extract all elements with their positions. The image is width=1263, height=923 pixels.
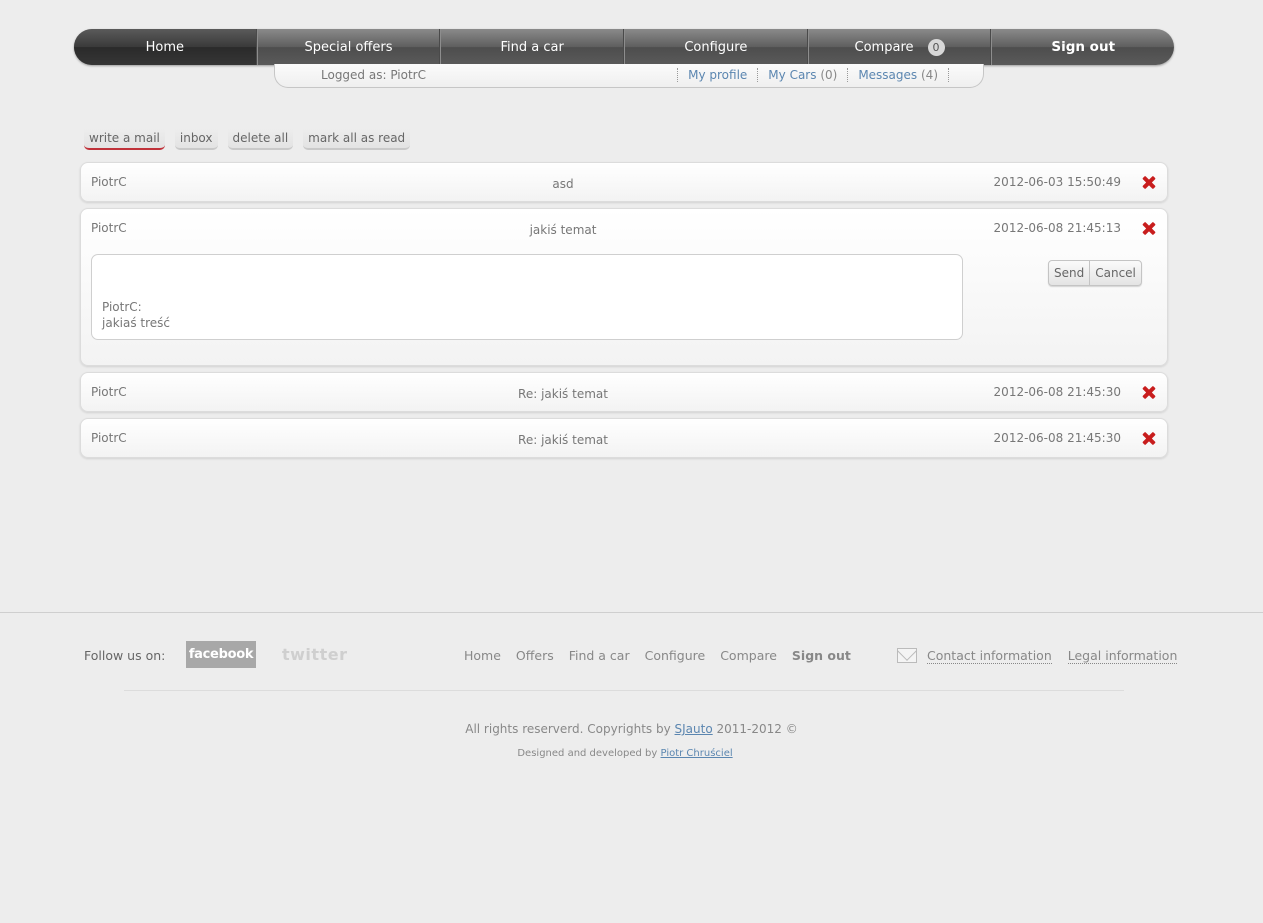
- nav-configure[interactable]: Configure: [624, 29, 808, 65]
- nav-home[interactable]: Home: [74, 29, 257, 65]
- message-date: 2012-06-08 21:45:30: [993, 385, 1121, 399]
- footer-info-links: Contact information Legal information: [927, 648, 1178, 664]
- logged-as-text: Logged as: PiotrC: [321, 68, 426, 82]
- messages-label: Messages: [858, 68, 918, 82]
- cancel-button[interactable]: Cancel: [1089, 261, 1141, 285]
- footer-divider: [0, 612, 1263, 613]
- my-cars-count: (0): [820, 68, 838, 82]
- copyright-prefix: All rights reserverd. Copyrights by: [465, 722, 671, 736]
- reply-textarea[interactable]: PiotrC: jakiaś treść: [91, 254, 963, 340]
- messages-link[interactable]: Messages (4): [847, 68, 949, 82]
- delete-all-button[interactable]: delete all: [227, 129, 294, 150]
- footer-nav-offers[interactable]: Offers: [516, 648, 554, 663]
- compare-count-badge: 0: [927, 38, 945, 56]
- message-subject[interactable]: jakiś temat: [81, 223, 1045, 237]
- main-nav: Home Special offers Find a car Configure…: [74, 29, 1174, 65]
- message-row[interactable]: PiotrC Re: jakiś temat 2012-06-08 21:45:…: [80, 418, 1168, 458]
- message-row[interactable]: PiotrC Re: jakiś temat 2012-06-08 21:45:…: [80, 372, 1168, 412]
- nav-find-a-car[interactable]: Find a car: [440, 29, 625, 65]
- nav-compare-label: Compare: [854, 39, 914, 55]
- footer-nav-sign-out[interactable]: Sign out: [792, 648, 851, 663]
- send-button[interactable]: Send: [1049, 261, 1089, 285]
- designer-link[interactable]: Piotr Chruściel: [661, 748, 733, 759]
- reply-quote-body: jakiaś treść: [102, 316, 170, 330]
- message-subject[interactable]: Re: jakiś temat: [81, 433, 1045, 447]
- footer-nav-configure[interactable]: Configure: [645, 648, 706, 663]
- legal-information-link[interactable]: Legal information: [1067, 648, 1178, 664]
- footer-nav-home[interactable]: Home: [464, 648, 501, 663]
- delete-icon[interactable]: [1142, 432, 1155, 445]
- my-cars-link[interactable]: My Cars (0): [757, 68, 847, 82]
- user-subbar: Logged as: PiotrC My profile My Cars (0)…: [274, 64, 984, 88]
- message-subject[interactable]: Re: jakiś temat: [81, 387, 1045, 401]
- contact-information-link[interactable]: Contact information: [927, 648, 1052, 664]
- write-mail-button[interactable]: write a mail: [84, 129, 165, 150]
- footer-separator: [124, 690, 1124, 691]
- nav-sign-out[interactable]: Sign out: [991, 29, 1174, 65]
- reply-quote-author: PiotrC:: [102, 300, 142, 314]
- copyright-text: All rights reserverd. Copyrights by SJau…: [0, 722, 1263, 736]
- delete-icon[interactable]: [1142, 176, 1155, 189]
- message-subject[interactable]: asd: [81, 177, 1045, 191]
- mail-toolbar: write a mail inbox delete all mark all a…: [84, 129, 411, 150]
- envelope-icon: [897, 648, 917, 663]
- nav-special-offers[interactable]: Special offers: [256, 29, 441, 65]
- sjauto-link[interactable]: SJauto: [675, 722, 713, 736]
- nav-compare[interactable]: Compare 0: [807, 29, 992, 65]
- twitter-icon[interactable]: twitter: [282, 645, 347, 664]
- message-row-expanded[interactable]: PiotrC jakiś temat 2012-06-08 21:45:13 P…: [80, 208, 1168, 366]
- inbox-button[interactable]: inbox: [174, 129, 218, 150]
- designed-by-text: Designed and developed by Piotr Chruście…: [0, 748, 1250, 759]
- facebook-icon[interactable]: facebook: [186, 641, 256, 668]
- delete-icon[interactable]: [1142, 386, 1155, 399]
- delete-icon[interactable]: [1142, 222, 1155, 235]
- message-date: 2012-06-08 21:45:13: [993, 221, 1121, 235]
- user-links: My profile My Cars (0) Messages (4): [677, 68, 949, 82]
- designed-prefix: Designed and developed by: [517, 748, 658, 759]
- footer-nav: Home Offers Find a car Configure Compare…: [464, 648, 851, 663]
- reply-actions: Send Cancel: [1048, 260, 1142, 286]
- follow-us-label: Follow us on:: [84, 648, 166, 663]
- message-date: 2012-06-03 15:50:49: [993, 175, 1121, 189]
- copyright-suffix: 2011-2012 ©: [716, 722, 798, 736]
- my-cars-label: My Cars: [768, 68, 817, 82]
- my-profile-link[interactable]: My profile: [677, 68, 757, 82]
- mark-all-read-button[interactable]: mark all as read: [303, 129, 411, 150]
- message-row[interactable]: PiotrC asd 2012-06-03 15:50:49: [80, 162, 1168, 202]
- messages-count: (4): [921, 68, 938, 82]
- footer-nav-find-a-car[interactable]: Find a car: [569, 648, 630, 663]
- message-date: 2012-06-08 21:45:30: [993, 431, 1121, 445]
- footer-nav-compare[interactable]: Compare: [720, 648, 777, 663]
